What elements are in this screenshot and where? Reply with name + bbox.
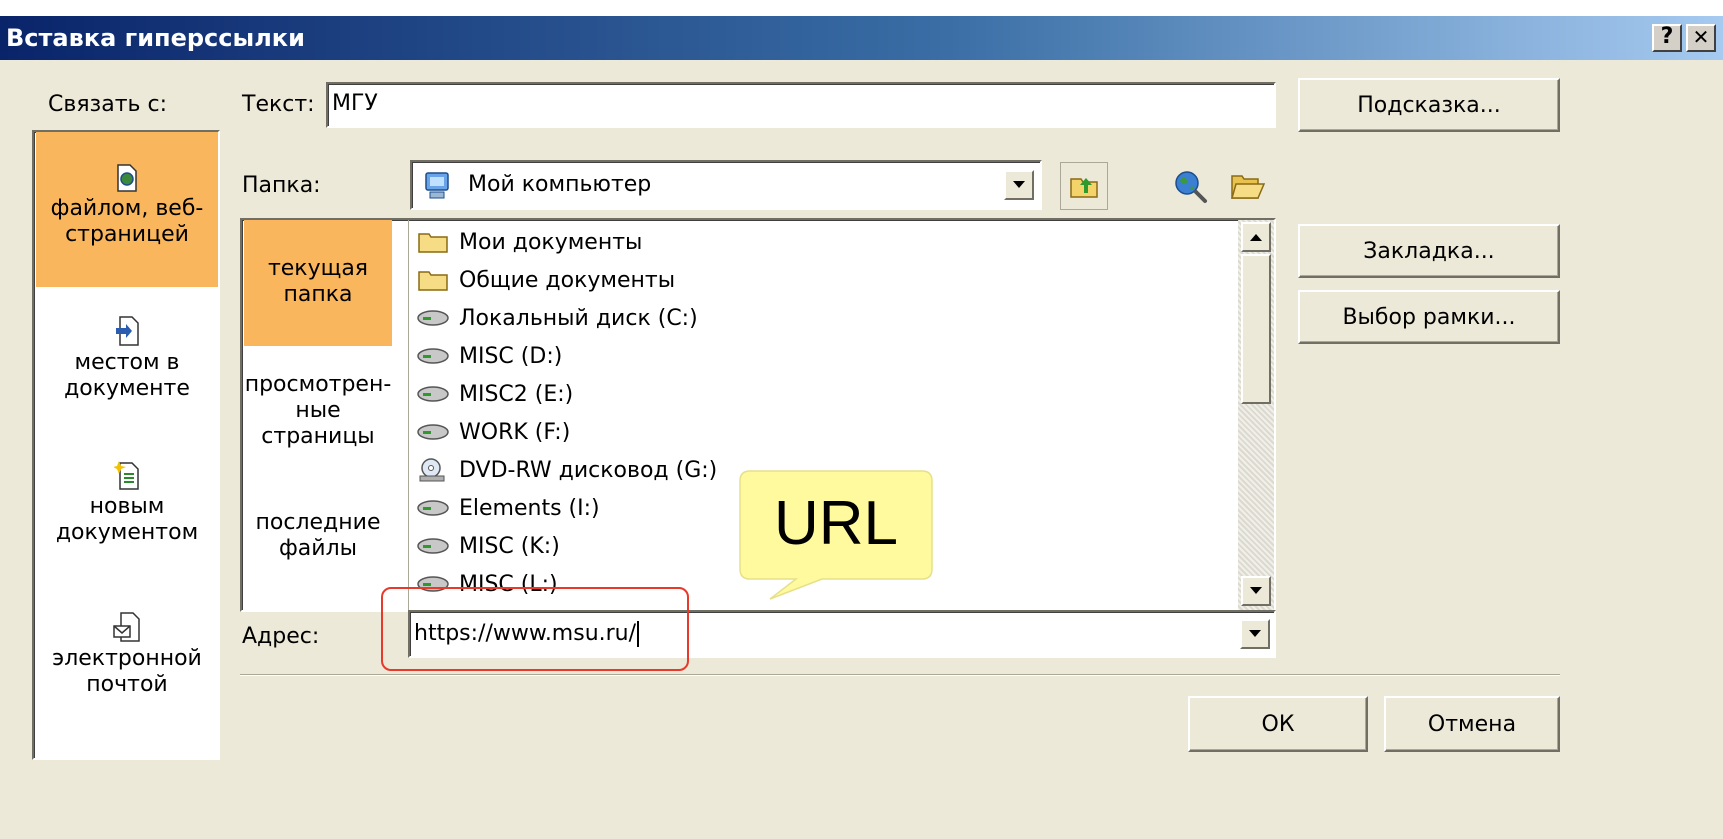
link-to-new-document-label-bottom: документом xyxy=(55,520,199,545)
address-dropdown-button[interactable] xyxy=(1240,619,1270,649)
hard-drive-icon xyxy=(417,310,449,326)
scroll-thumb[interactable] xyxy=(1241,254,1271,404)
hard-drive-icon xyxy=(417,538,449,554)
text-field-value: МГУ xyxy=(332,91,378,116)
browsed-pages-tab-line2: ные xyxy=(295,398,341,423)
cancel-button[interactable]: Отмена xyxy=(1384,696,1560,752)
file-name: MISC (K:) xyxy=(459,533,560,559)
hard-drive-icon xyxy=(417,500,449,516)
chevron-down-icon xyxy=(1249,630,1261,637)
chevron-down-icon xyxy=(1250,587,1262,594)
folder-up-icon xyxy=(1070,178,1098,198)
file-name: Мои документы xyxy=(459,229,643,255)
recent-files-tab[interactable]: последние файлы xyxy=(244,510,392,562)
hard-drive-icon xyxy=(417,424,449,440)
current-folder-tab-line1: текущая xyxy=(267,256,369,281)
link-to-label: Связать с: xyxy=(48,92,168,117)
folder-icon xyxy=(418,271,448,291)
ok-button[interactable]: ОК xyxy=(1188,696,1368,752)
link-to-email-label-bottom: почтой xyxy=(86,672,168,697)
email-icon xyxy=(113,612,140,642)
link-to-new-document[interactable]: новым документом xyxy=(36,460,218,570)
file-name: DVD-RW дисковод (G:) xyxy=(459,457,718,483)
new-document-icon xyxy=(114,461,139,490)
text-field-label: Текст: xyxy=(242,92,315,117)
list-item[interactable]: MISC2 (E:) xyxy=(417,375,573,413)
browsed-pages-tab[interactable]: просмотрен- ные страницы xyxy=(244,372,392,450)
link-to-web-file-label-bottom: страницей xyxy=(65,222,189,247)
folder-icon xyxy=(418,233,448,253)
folder-select[interactable]: Мой компьютер xyxy=(410,160,1042,210)
dvd-drive-icon xyxy=(419,458,445,482)
browse-file-button[interactable] xyxy=(1224,162,1272,210)
dialog-title: Вставка гиперссылки xyxy=(6,24,305,52)
list-item[interactable]: Elements (I:) xyxy=(417,489,600,527)
link-to-document-place-label-bottom: документе xyxy=(64,376,190,401)
file-name: Общие документы xyxy=(459,267,676,293)
my-computer-icon xyxy=(425,172,449,199)
link-to-web-file-label-top: файлом, веб- xyxy=(50,196,204,221)
title-bar[interactable]: Вставка гиперссылки ? ✕ xyxy=(0,16,1723,60)
link-to-email-label-top: электронной xyxy=(52,646,202,671)
current-folder-tab[interactable]: текущая папка xyxy=(244,220,392,346)
scroll-down-button[interactable] xyxy=(1241,576,1271,606)
scroll-up-button[interactable] xyxy=(1241,222,1271,252)
chevron-up-icon xyxy=(1250,234,1262,241)
document-place-icon xyxy=(116,316,139,346)
file-name: MISC2 (E:) xyxy=(459,381,574,407)
address-label: Адрес: xyxy=(242,624,320,649)
link-to-document-place[interactable]: местом в документе xyxy=(36,316,218,426)
browsed-pages-tab-line3: страницы xyxy=(261,424,375,449)
recent-files-tab-line2: файлы xyxy=(278,536,358,561)
help-button[interactable]: ? xyxy=(1652,24,1682,52)
file-name: Локальный диск (C:) xyxy=(459,305,698,331)
file-name: MISC (D:) xyxy=(459,343,563,369)
hard-drive-icon xyxy=(417,348,449,364)
link-to-email[interactable]: электронной почтой xyxy=(36,612,218,722)
recent-files-tab-line1: последние xyxy=(255,510,381,535)
list-item[interactable]: Мои документы xyxy=(417,223,642,261)
bookmark-button[interactable]: Закладка... xyxy=(1298,224,1560,278)
list-item[interactable]: Общие документы xyxy=(417,261,675,299)
web-file-icon xyxy=(117,164,137,192)
file-list-scrollbar[interactable] xyxy=(1238,220,1274,610)
list-item[interactable]: WORK (F:) xyxy=(417,413,570,451)
link-to-new-document-label-top: новым xyxy=(89,494,165,519)
link-to-document-place-label-top: местом в xyxy=(74,350,180,375)
list-item[interactable]: MISC (D:) xyxy=(417,337,562,375)
chevron-down-icon xyxy=(1013,181,1025,188)
file-name: WORK (F:) xyxy=(459,419,571,445)
callout-text: URL xyxy=(773,489,899,558)
bottom-divider xyxy=(240,674,1560,676)
file-name: Elements (I:) xyxy=(459,495,600,521)
hint-button[interactable]: Подсказка... xyxy=(1298,78,1560,132)
folder-value: Мой компьютер xyxy=(468,172,652,197)
hard-drive-icon xyxy=(417,386,449,402)
insert-hyperlink-dialog: Вставка гиперссылки ? ✕ Связать с: файло… xyxy=(0,16,1723,839)
list-item[interactable]: DVD-RW дисковод (G:) xyxy=(417,451,717,489)
globe-search-icon xyxy=(1175,171,1207,203)
frame-button[interactable]: Выбор рамки... xyxy=(1298,290,1560,344)
close-button[interactable]: ✕ xyxy=(1686,24,1716,52)
address-highlight xyxy=(381,587,689,671)
up-one-folder-button[interactable] xyxy=(1060,162,1108,210)
open-folder-icon xyxy=(1231,175,1266,199)
browse-web-button[interactable] xyxy=(1166,162,1214,210)
folder-dropdown-button[interactable] xyxy=(1004,170,1034,200)
text-field[interactable]: МГУ xyxy=(326,82,1276,128)
browsed-pages-tab-line1: просмотрен- xyxy=(244,372,392,397)
list-item[interactable]: MISC (K:) xyxy=(417,527,560,565)
list-item[interactable]: Локальный диск (C:) xyxy=(417,299,698,337)
current-folder-tab-line2: папка xyxy=(283,282,353,307)
link-to-web-file[interactable]: файлом, веб- страницей xyxy=(36,132,218,287)
folder-label: Папка: xyxy=(242,173,321,198)
